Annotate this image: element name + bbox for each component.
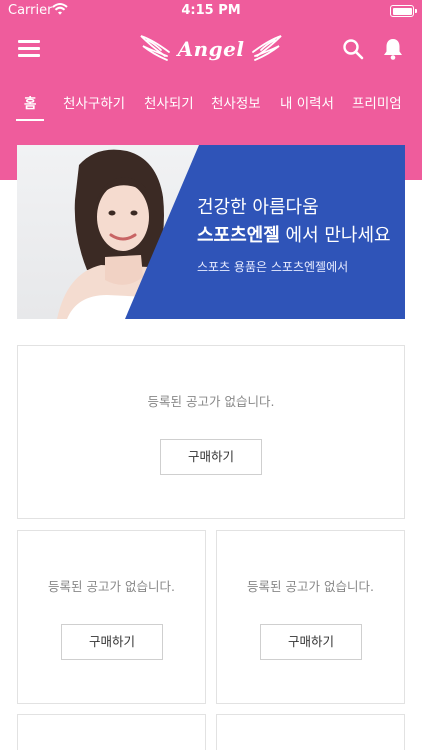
listing-card-wide: 등록된 공고가 없습니다. 구매하기	[17, 345, 405, 519]
promo-banner[interactable]: 건강한 아름다움 스포츠엔젤 에서 만나세요 스포츠 용품은 스포츠엔젤에서	[17, 145, 405, 319]
tab-find-angel[interactable]: 천사구하기	[63, 92, 125, 122]
listing-card-partial-left	[17, 714, 206, 750]
purchase-button[interactable]: 구매하기	[160, 439, 262, 475]
empty-message: 등록된 공고가 없습니다.	[147, 394, 275, 409]
purchase-button[interactable]: 구매하기	[61, 624, 163, 660]
tab-home[interactable]: 홈	[15, 92, 46, 122]
banner-caption: 스포츠 용품은 스포츠엔젤에서	[197, 260, 349, 274]
tab-my-resume[interactable]: 내 이력서	[280, 92, 334, 122]
status-bar: Carrier 4:15 PM	[0, 0, 422, 22]
notification-bell-icon[interactable]	[382, 37, 404, 61]
tab-label: 내 이력서	[280, 96, 334, 112]
empty-message: 등록된 공고가 없습니다.	[247, 579, 374, 594]
clock: 4:15 PM	[181, 3, 241, 18]
banner-headline: 건강한 아름다움	[197, 197, 319, 218]
category-tabs: 홈 천사구하기 천사되기 천사정보 내 이력서 프리미엄	[0, 92, 422, 122]
listing-card-partial-right	[216, 714, 405, 750]
listing-card-right: 등록된 공고가 없습니다. 구매하기	[216, 530, 405, 704]
tab-angel-info[interactable]: 천사정보	[211, 92, 261, 122]
tab-premium[interactable]: 프리미엄	[352, 92, 402, 122]
tab-label: 천사구하기	[63, 96, 126, 112]
battery-icon	[390, 5, 417, 17]
banner-brand: 스포츠엔젤	[197, 225, 280, 246]
tab-label: 천사정보	[211, 96, 261, 112]
listing-card-left: 등록된 공고가 없습니다. 구매하기	[17, 530, 206, 704]
tab-label: 프리미엄	[352, 96, 402, 112]
empty-message: 등록된 공고가 없습니다.	[48, 579, 175, 594]
tab-label: 천사되기	[144, 96, 194, 112]
banner-subheadline: 스포츠엔젤 에서 만나세요	[197, 221, 391, 247]
banner-headline-rest: 에서 만나세요	[279, 225, 391, 246]
tab-become-angel[interactable]: 천사되기	[144, 92, 194, 122]
purchase-button[interactable]: 구매하기	[260, 624, 362, 660]
tab-label: 홈	[24, 96, 37, 112]
search-icon[interactable]	[342, 38, 364, 60]
top-navigation-bar: Angel	[0, 26, 422, 72]
angel-logo[interactable]: Angel	[139, 30, 283, 70]
logo-text: Angel	[177, 37, 245, 61]
hamburger-menu-icon[interactable]	[18, 40, 40, 58]
